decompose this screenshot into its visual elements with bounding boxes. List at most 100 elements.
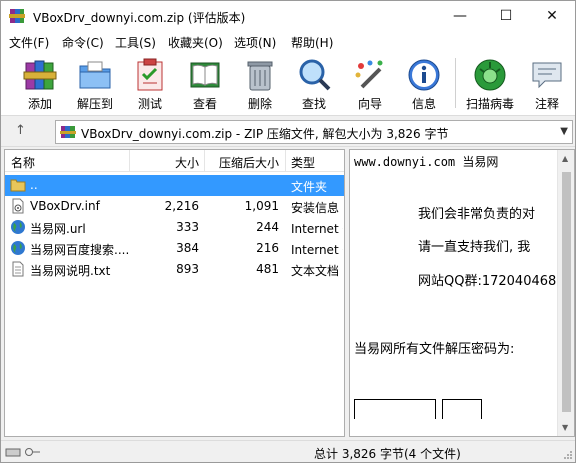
- preview-line: 我们会非常负责的对: [418, 207, 536, 222]
- file-size: 333: [176, 220, 199, 234]
- drive-key-icon: [5, 448, 40, 457]
- comment-preview-pane[interactable]: www.downyi.com 当易网 我们会非常负责的对 请一直支持我们, 我 …: [349, 149, 575, 437]
- preview-line: www.downyi.com 当易网: [354, 155, 499, 169]
- file-name: 当易网说明.txt: [30, 264, 111, 278]
- text-file-icon: [12, 261, 24, 277]
- extract-to-label: 解压到: [76, 97, 113, 111]
- magnifier-icon: [299, 59, 331, 91]
- list-item[interactable]: 当易网说明.txt 893 481 文本文档: [5, 259, 344, 280]
- list-item[interactable]: VBoxDrv.inf 2,216 1,091 安装信息: [5, 196, 344, 217]
- comment-label: 注释: [534, 97, 559, 111]
- find-label: 查找: [301, 97, 326, 111]
- minimize-button[interactable]: —: [437, 1, 483, 32]
- comment-button[interactable]: 注释: [523, 52, 571, 115]
- delete-button[interactable]: 删除: [235, 52, 285, 115]
- magic-wand-icon: [355, 60, 383, 89]
- status-summary: 总计 3,826 字节(4 个文件): [314, 447, 461, 461]
- preview-scrollbar[interactable]: ▲ ▼: [557, 150, 574, 436]
- scroll-up-icon[interactable]: ▲: [562, 154, 568, 163]
- file-name: VBoxDrv.inf: [30, 199, 100, 213]
- file-packed-size: 481: [256, 262, 279, 276]
- file-list: 名称 大小 压缩后大小 类型 .. 文件夹 VBoxDrv.inf 2,216 …: [4, 149, 345, 437]
- menu-options[interactable]: 选项(N): [234, 34, 276, 51]
- column-name[interactable]: 名称: [11, 154, 35, 171]
- find-button[interactable]: 查找: [289, 52, 339, 115]
- file-type: Internet 快: [291, 222, 343, 236]
- file-name: 当易网百度搜索....: [30, 243, 130, 257]
- open-book-icon: [190, 62, 220, 88]
- extract-to-button[interactable]: 解压到: [69, 52, 121, 115]
- path-combobox[interactable]: VBoxDrv_downyi.com.zip - ZIP 压缩文件, 解包大小为…: [55, 120, 573, 144]
- globe-icon: [11, 220, 25, 234]
- wizard-button[interactable]: 向导: [345, 52, 395, 115]
- test-label: 测试: [137, 97, 162, 111]
- toolbar: 添加 解压到 测试 查看 删除 查找 向导 信息 扫描病毒 注释: [1, 52, 575, 116]
- file-packed-size: 216: [256, 241, 279, 255]
- info-label: 信息: [411, 97, 436, 111]
- trash-can-icon: [247, 61, 273, 91]
- menu-bar: 文件(F) 命令(C) 工具(S) 收藏夹(O) 选项(N) 帮助(H): [1, 32, 575, 52]
- toolbar-separator: [455, 58, 456, 108]
- menu-command[interactable]: 命令(C): [62, 34, 104, 51]
- preview-line: 网站QQ群:172040468: [418, 274, 557, 289]
- list-header: 名称 大小 压缩后大小 类型: [5, 150, 344, 172]
- preview-line: 请一直支持我们, 我: [418, 240, 531, 255]
- file-type: 文件夹: [291, 180, 328, 194]
- clipboard-check-icon: [137, 58, 163, 91]
- add-label: 添加: [27, 97, 52, 111]
- resize-grip-icon[interactable]: [563, 450, 573, 460]
- up-arrow-icon[interactable]: ↑: [15, 123, 26, 138]
- archive-books-icon: [23, 60, 57, 90]
- column-divider[interactable]: [129, 150, 130, 172]
- text-box-outline: [354, 399, 436, 419]
- preview-line: 当易网所有文件解压密码为:: [354, 342, 515, 357]
- menu-favorites[interactable]: 收藏夹(O): [168, 34, 223, 51]
- file-packed-size: 1,091: [244, 199, 279, 213]
- view-button[interactable]: 查看: [179, 52, 231, 115]
- scrollbar-thumb[interactable]: [562, 172, 571, 412]
- zip-archive-icon: [60, 126, 76, 138]
- file-size: 384: [176, 241, 199, 255]
- list-item[interactable]: 当易网.url 333 244 Internet 快: [5, 217, 344, 238]
- folder-up-icon: [10, 179, 26, 192]
- info-icon: [408, 59, 440, 91]
- file-type: Internet 快: [291, 243, 343, 257]
- column-divider[interactable]: [204, 150, 205, 172]
- file-packed-size: 244: [256, 220, 279, 234]
- file-size: 893: [176, 262, 199, 276]
- delete-label: 删除: [247, 97, 272, 111]
- title-bar: VBoxDrv_downyi.com.zip (评估版本) — ☐ ✕: [1, 1, 575, 32]
- file-type: 文本文档: [291, 264, 340, 278]
- inf-file-icon: [12, 198, 24, 214]
- scroll-down-icon[interactable]: ▼: [562, 423, 568, 432]
- view-label: 查看: [192, 97, 217, 111]
- column-divider[interactable]: [285, 150, 286, 172]
- test-button[interactable]: 测试: [125, 52, 175, 115]
- menu-tools[interactable]: 工具(S): [115, 34, 156, 51]
- text-box-outline: [442, 399, 482, 419]
- comment-icon: [532, 62, 562, 89]
- window-title: VBoxDrv_downyi.com.zip (评估版本): [33, 11, 246, 25]
- address-bar: ↑ VBoxDrv_downyi.com.zip - ZIP 压缩文件, 解包大…: [1, 117, 575, 147]
- file-size: 2,216: [164, 199, 199, 213]
- menu-file[interactable]: 文件(F): [9, 34, 49, 51]
- add-button[interactable]: 添加: [15, 52, 65, 115]
- file-name: 当易网.url: [30, 222, 86, 236]
- scan-virus-label: 扫描病毒: [465, 97, 514, 111]
- column-packed-size[interactable]: 压缩后大小: [219, 154, 279, 171]
- close-button[interactable]: ✕: [529, 1, 575, 32]
- winrar-app-icon: [9, 9, 25, 23]
- list-item[interactable]: .. 文件夹: [5, 175, 344, 196]
- status-bar: 总计 3,826 字节(4 个文件): [1, 440, 575, 462]
- archive-path-text: VBoxDrv_downyi.com.zip - ZIP 压缩文件, 解包大小为…: [81, 127, 449, 141]
- app-window: VBoxDrv_downyi.com.zip (评估版本) — ☐ ✕ 文件(F…: [0, 0, 576, 463]
- maximize-button[interactable]: ☐: [483, 1, 529, 32]
- column-type[interactable]: 类型: [291, 154, 315, 171]
- info-button[interactable]: 信息: [399, 52, 449, 115]
- list-item[interactable]: 当易网百度搜索.... 384 216 Internet 快: [5, 238, 344, 259]
- scan-virus-button[interactable]: 扫描病毒: [461, 52, 519, 115]
- menu-help[interactable]: 帮助(H): [291, 34, 333, 51]
- globe-icon: [11, 241, 25, 255]
- chevron-down-icon[interactable]: ▼: [560, 126, 568, 137]
- column-size[interactable]: 大小: [175, 154, 199, 171]
